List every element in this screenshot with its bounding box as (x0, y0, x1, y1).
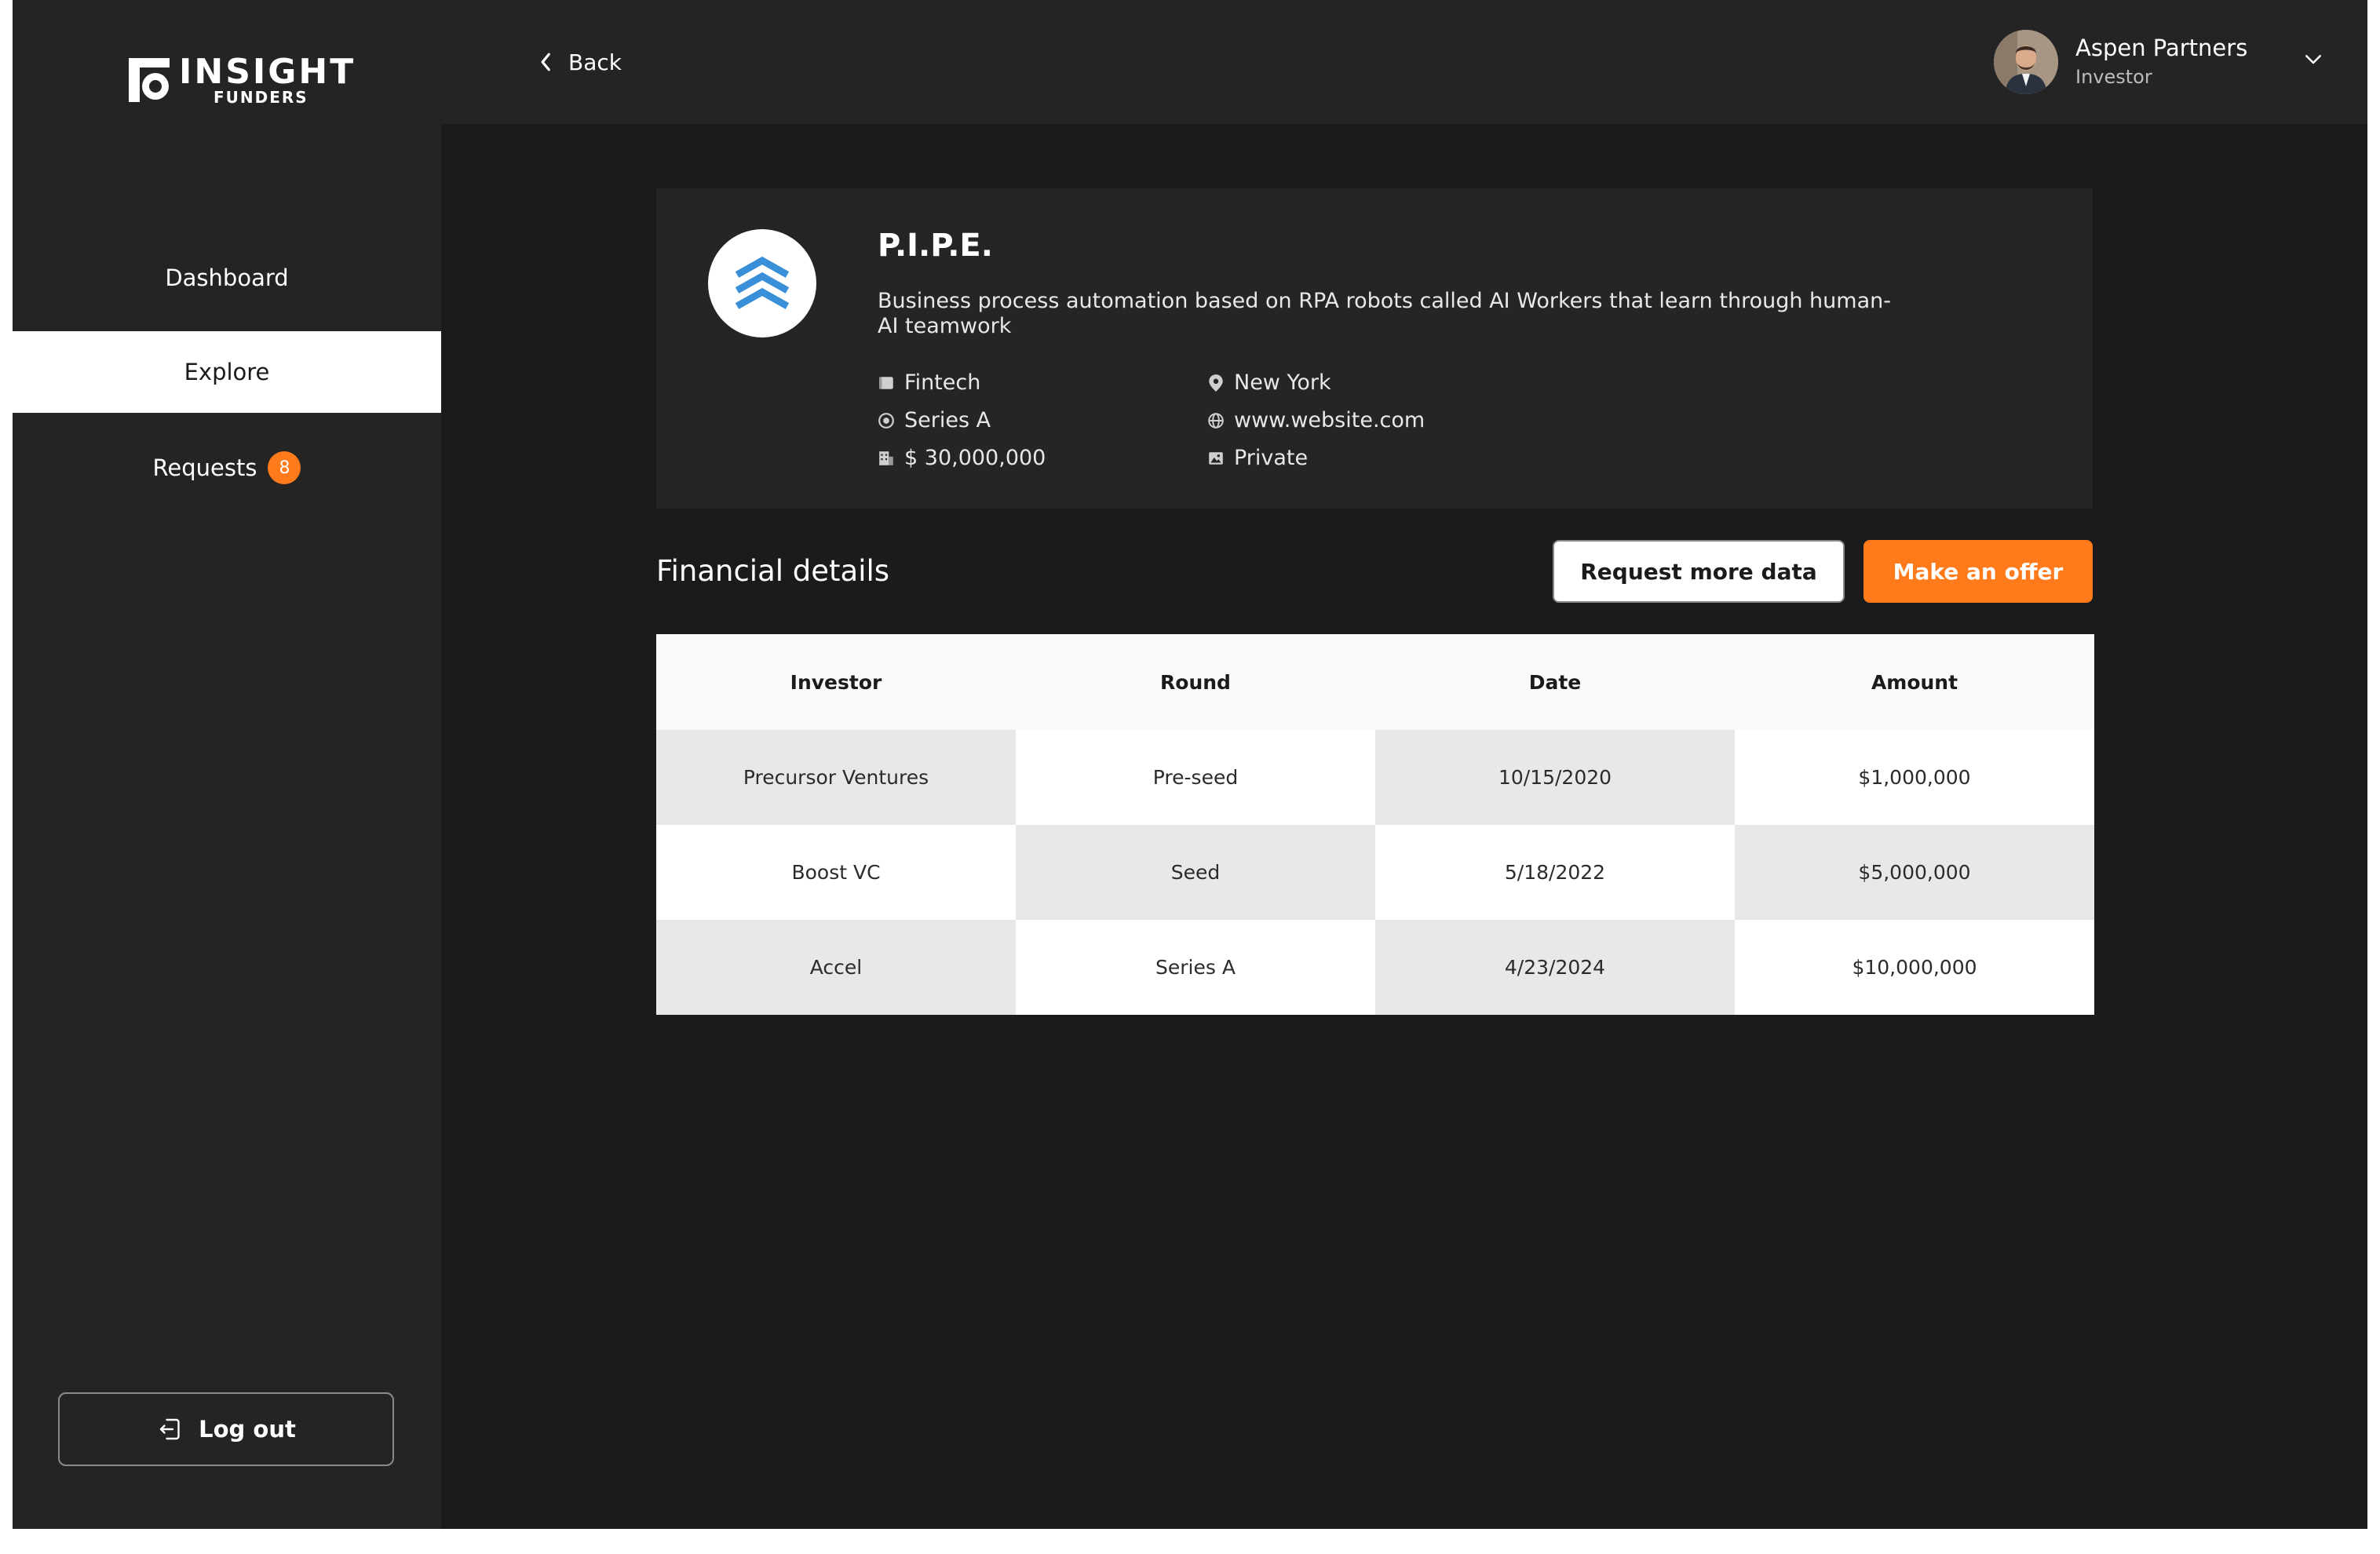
column-header-amount: Amount (1735, 634, 2094, 730)
sidebar-item-dashboard[interactable]: Dashboard (13, 237, 441, 319)
sidebar-item-label: Explore (184, 359, 270, 385)
brand-logo[interactable]: INSIGHT FUNDERS (129, 52, 353, 107)
app-window: INSIGHT FUNDERS Dashboard Explore Reques… (13, 0, 2367, 1529)
cell-round: Pre-seed (1016, 730, 1375, 825)
back-label: Back (568, 49, 622, 75)
top-bar: Back Aspen Partners Investor (441, 0, 2367, 124)
cell-investor: Accel (656, 920, 1016, 1015)
main-content: P.I.P.E. Business process automation bas… (441, 124, 2367, 1529)
website-link[interactable]: www.website.com (1234, 408, 1425, 432)
cell-round: Series A (1016, 920, 1375, 1015)
valuation-text: $ 30,000,000 (904, 446, 1046, 470)
avatar (1994, 30, 2058, 94)
logout-button[interactable]: Log out (58, 1392, 394, 1466)
make-offer-button[interactable]: Make an offer (1863, 540, 2093, 603)
industry-text: Fintech (904, 370, 981, 395)
column-header-date: Date (1375, 634, 1735, 730)
company-valuation: $ 30,000,000 (878, 446, 1046, 470)
requests-count-badge: 8 (268, 451, 301, 484)
folder-icon (879, 376, 893, 389)
image-icon (1209, 451, 1223, 465)
cell-amount: $5,000,000 (1735, 825, 2094, 920)
sidebar-item-requests[interactable]: Requests 8 (13, 427, 441, 509)
sidebar-item-explore[interactable]: Explore (13, 331, 441, 413)
company-name: P.I.P.E. (878, 228, 993, 264)
back-button[interactable]: Back (538, 44, 622, 80)
table-row: Precursor Ventures Pre-seed 10/15/2020 $… (656, 730, 2094, 825)
globe-icon (1208, 412, 1224, 429)
logo-mark-icon (129, 58, 170, 102)
logo-text-secondary: FUNDERS (214, 88, 308, 107)
request-more-data-button[interactable]: Request more data (1553, 540, 1845, 603)
cell-amount: $10,000,000 (1735, 920, 2094, 1015)
column-header-round: Round (1016, 634, 1375, 730)
table-row: Boost VC Seed 5/18/2022 $5,000,000 (656, 825, 2094, 920)
user-role: Investor (2075, 66, 2152, 88)
sidebar-item-label: Requests (152, 454, 257, 481)
user-name: Aspen Partners (2075, 35, 2248, 61)
target-icon (878, 412, 894, 429)
building-icon (879, 451, 893, 465)
logout-icon (159, 1418, 180, 1440)
table-header-row: Investor Round Date Amount (656, 634, 2094, 730)
cell-investor: Boost VC (656, 825, 1016, 920)
financial-table: Investor Round Date Amount Precursor Ven… (656, 634, 2094, 1015)
column-header-investor: Investor (656, 634, 1016, 730)
chevrons-up-icon (735, 256, 790, 309)
company-website[interactable]: www.website.com (1207, 408, 1425, 432)
location-text: New York (1234, 370, 1331, 395)
cell-amount: $1,000,000 (1735, 730, 2094, 825)
ownership-text: Private (1234, 446, 1309, 470)
company-card: P.I.P.E. Business process automation bas… (656, 188, 2093, 509)
location-pin-icon (1209, 374, 1223, 392)
company-description: Business process automation based on RPA… (878, 289, 1891, 338)
sidebar-item-label: Dashboard (165, 264, 289, 291)
company-stage: Series A (878, 408, 991, 432)
cell-date: 10/15/2020 (1375, 730, 1735, 825)
company-location: New York (1207, 370, 1331, 395)
chevron-down-icon[interactable] (2302, 47, 2325, 71)
stage-text: Series A (904, 408, 991, 432)
user-portrait-icon (1994, 30, 2058, 94)
cell-investor: Precursor Ventures (656, 730, 1016, 825)
company-logo (708, 229, 816, 337)
table-row: Accel Series A 4/23/2024 $10,000,000 (656, 920, 2094, 1015)
financial-details-title: Financial details (656, 554, 890, 588)
logout-label: Log out (199, 1416, 296, 1443)
sidebar: INSIGHT FUNDERS Dashboard Explore Reques… (13, 0, 441, 1529)
cell-date: 4/23/2024 (1375, 920, 1735, 1015)
company-ownership: Private (1207, 446, 1308, 470)
cell-date: 5/18/2022 (1375, 825, 1735, 920)
logo-text-primary: INSIGHT (179, 52, 356, 92)
user-menu[interactable]: Aspen Partners Investor (1994, 30, 2339, 96)
chevron-left-icon (541, 53, 550, 71)
cell-round: Seed (1016, 825, 1375, 920)
company-industry: Fintech (878, 370, 980, 395)
